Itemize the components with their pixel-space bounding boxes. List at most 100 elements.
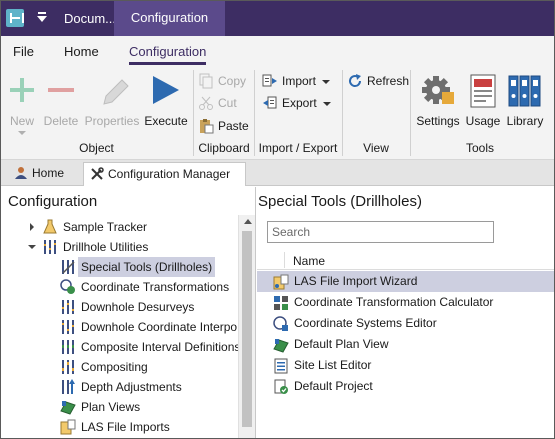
- scrollbar-thumb[interactable]: [242, 231, 252, 427]
- refresh-icon: [349, 74, 362, 87]
- column-header-name[interactable]: Name: [293, 254, 325, 268]
- tree-item[interactable]: Compositing: [0, 357, 238, 377]
- doc-tab-configuration-manager-label: Configuration Manager: [108, 167, 231, 181]
- tree-item[interactable]: Downhole Desurveys: [0, 297, 238, 317]
- object-group-label: Object: [79, 141, 114, 155]
- cut-button[interactable]: Cut: [198, 93, 250, 113]
- tree-item[interactable]: Coordinate Transformations: [0, 277, 238, 297]
- tab-home[interactable]: Home: [64, 44, 99, 59]
- tree-item-label: Sample Tracker: [63, 220, 148, 234]
- pencil-icon: [103, 79, 129, 105]
- tab-configuration[interactable]: Configuration: [129, 44, 207, 65]
- tools-group-label: Tools: [465, 141, 494, 155]
- tab-file[interactable]: File: [13, 44, 34, 59]
- scissors-icon: [199, 96, 213, 110]
- export-button-label: Export: [282, 96, 317, 110]
- column-divider: [284, 252, 285, 268]
- refresh-button[interactable]: Refresh: [347, 71, 409, 91]
- list-item-label: Site List Editor: [294, 358, 372, 372]
- plan-view-icon: [273, 339, 289, 353]
- tree-item[interactable]: Depth Adjustments: [0, 377, 238, 397]
- settings-button-label: Settings: [416, 114, 460, 128]
- configuration-tree[interactable]: Sample Tracker Drillhole Utilities Speci…: [0, 215, 238, 439]
- list-item[interactable]: Coordinate Systems Editor: [257, 313, 555, 334]
- properties-button-label: Properties: [84, 114, 140, 128]
- tree-item[interactable]: LAS File Imports: [0, 417, 238, 437]
- tree-item-label: Plan Views: [81, 400, 141, 414]
- list-item-label: Default Plan View: [294, 337, 389, 351]
- drillhole-icon: [44, 240, 56, 254]
- import-button-label: Import: [282, 74, 317, 88]
- import-export-group-label: Import / Export: [258, 141, 338, 155]
- tree-item[interactable]: Composite Interval Definitions: [0, 337, 238, 357]
- las-wizard-icon: [273, 274, 289, 290]
- column-header: Name: [257, 250, 555, 270]
- refresh-button-label: Refresh: [367, 74, 410, 88]
- list-item[interactable]: Default Plan View: [257, 334, 555, 355]
- copy-button[interactable]: Copy: [198, 71, 250, 91]
- collapse-arrow-icon[interactable]: [28, 245, 36, 249]
- play-icon: [153, 76, 179, 104]
- doc-tab-configuration-manager[interactable]: Configuration Manager: [83, 162, 246, 186]
- gear-icon: [422, 76, 454, 104]
- tree-item-label: Drillhole Utilities: [63, 240, 149, 254]
- document-tab-title[interactable]: Docum...: [64, 11, 116, 26]
- scroll-up-icon[interactable]: [244, 219, 252, 224]
- list-item-label: Default Project: [294, 379, 373, 393]
- drillhole-icon: [62, 320, 74, 334]
- export-icon: [263, 96, 277, 109]
- import-button[interactable]: Import: [262, 71, 338, 91]
- list-item[interactable]: Coordinate Transformation Calculator: [257, 292, 555, 313]
- pane-title: Configuration: [8, 193, 98, 210]
- tree-item-label: Depth Adjustments: [81, 380, 182, 394]
- clipboard-group-label: Clipboard: [198, 141, 250, 155]
- quick-access-menu-icon[interactable]: [37, 12, 47, 24]
- tools-icon: [91, 167, 104, 180]
- context-tab-configuration[interactable]: Configuration: [114, 0, 225, 36]
- configuration-pane: Configuration Sample Tracker Drillhole U…: [0, 187, 256, 439]
- cut-button-label: Cut: [218, 96, 237, 110]
- tree-item[interactable]: Downhole Coordinate Interpo: [0, 317, 238, 337]
- library-button-label: Library: [506, 114, 544, 128]
- plus-icon: [10, 78, 34, 102]
- chevron-down-icon: [18, 131, 26, 135]
- tree-item-selected[interactable]: Special Tools (Drillholes): [0, 257, 238, 277]
- flask-icon: [43, 219, 57, 234]
- clipboard-icon: [200, 119, 214, 134]
- app-logo-icon[interactable]: [6, 9, 24, 27]
- search-input[interactable]: [267, 221, 494, 243]
- drillhole-icon: [62, 360, 74, 374]
- tree-item-label: Coordinate Transformations: [81, 280, 230, 294]
- list-item[interactable]: Default Project: [257, 376, 555, 397]
- tree-item-label: LAS File Imports: [81, 420, 170, 434]
- drillhole-icon: [62, 340, 74, 354]
- project-icon: [274, 379, 288, 394]
- doc-tab-home[interactable]: Home: [8, 162, 76, 186]
- ribbon-tab-bar: File Home Configuration: [0, 36, 555, 66]
- tree-item-label: Compositing: [81, 360, 148, 374]
- view-group-label: View: [363, 141, 389, 155]
- expand-arrow-icon[interactable]: [30, 223, 34, 231]
- tree-item-label: Special Tools (Drillholes): [78, 257, 216, 277]
- tree-item[interactable]: Plan Views: [0, 397, 238, 417]
- document-tab-bar: Home Configuration Manager: [0, 160, 555, 186]
- usage-button-label: Usage: [465, 114, 501, 128]
- report-icon: [470, 74, 496, 108]
- tree-item[interactable]: Drillhole Utilities: [0, 237, 238, 257]
- list-item[interactable]: Site List Editor: [257, 355, 555, 376]
- calculator-icon: [274, 296, 288, 310]
- copy-button-label: Copy: [218, 74, 247, 88]
- drillhole-icon: [62, 300, 74, 314]
- list-item-label: LAS File Import Wizard: [294, 274, 418, 288]
- tools-pane: Special Tools (Drillholes) Name LAS File…: [257, 187, 555, 439]
- tree-scrollbar[interactable]: [238, 215, 255, 439]
- pane-title: Special Tools (Drillholes): [258, 193, 422, 210]
- coordinate-editor-icon: [273, 316, 288, 331]
- tree-item[interactable]: Sample Tracker: [0, 217, 238, 237]
- new-button-label: New: [9, 114, 34, 128]
- paste-button[interactable]: Paste: [198, 116, 250, 136]
- doc-tab-home-label: Home: [32, 166, 65, 180]
- list-item-selected[interactable]: LAS File Import Wizard: [257, 271, 555, 292]
- export-button[interactable]: Export: [262, 93, 338, 113]
- ribbon: New Delete Properties Execute Object Cop…: [0, 66, 555, 160]
